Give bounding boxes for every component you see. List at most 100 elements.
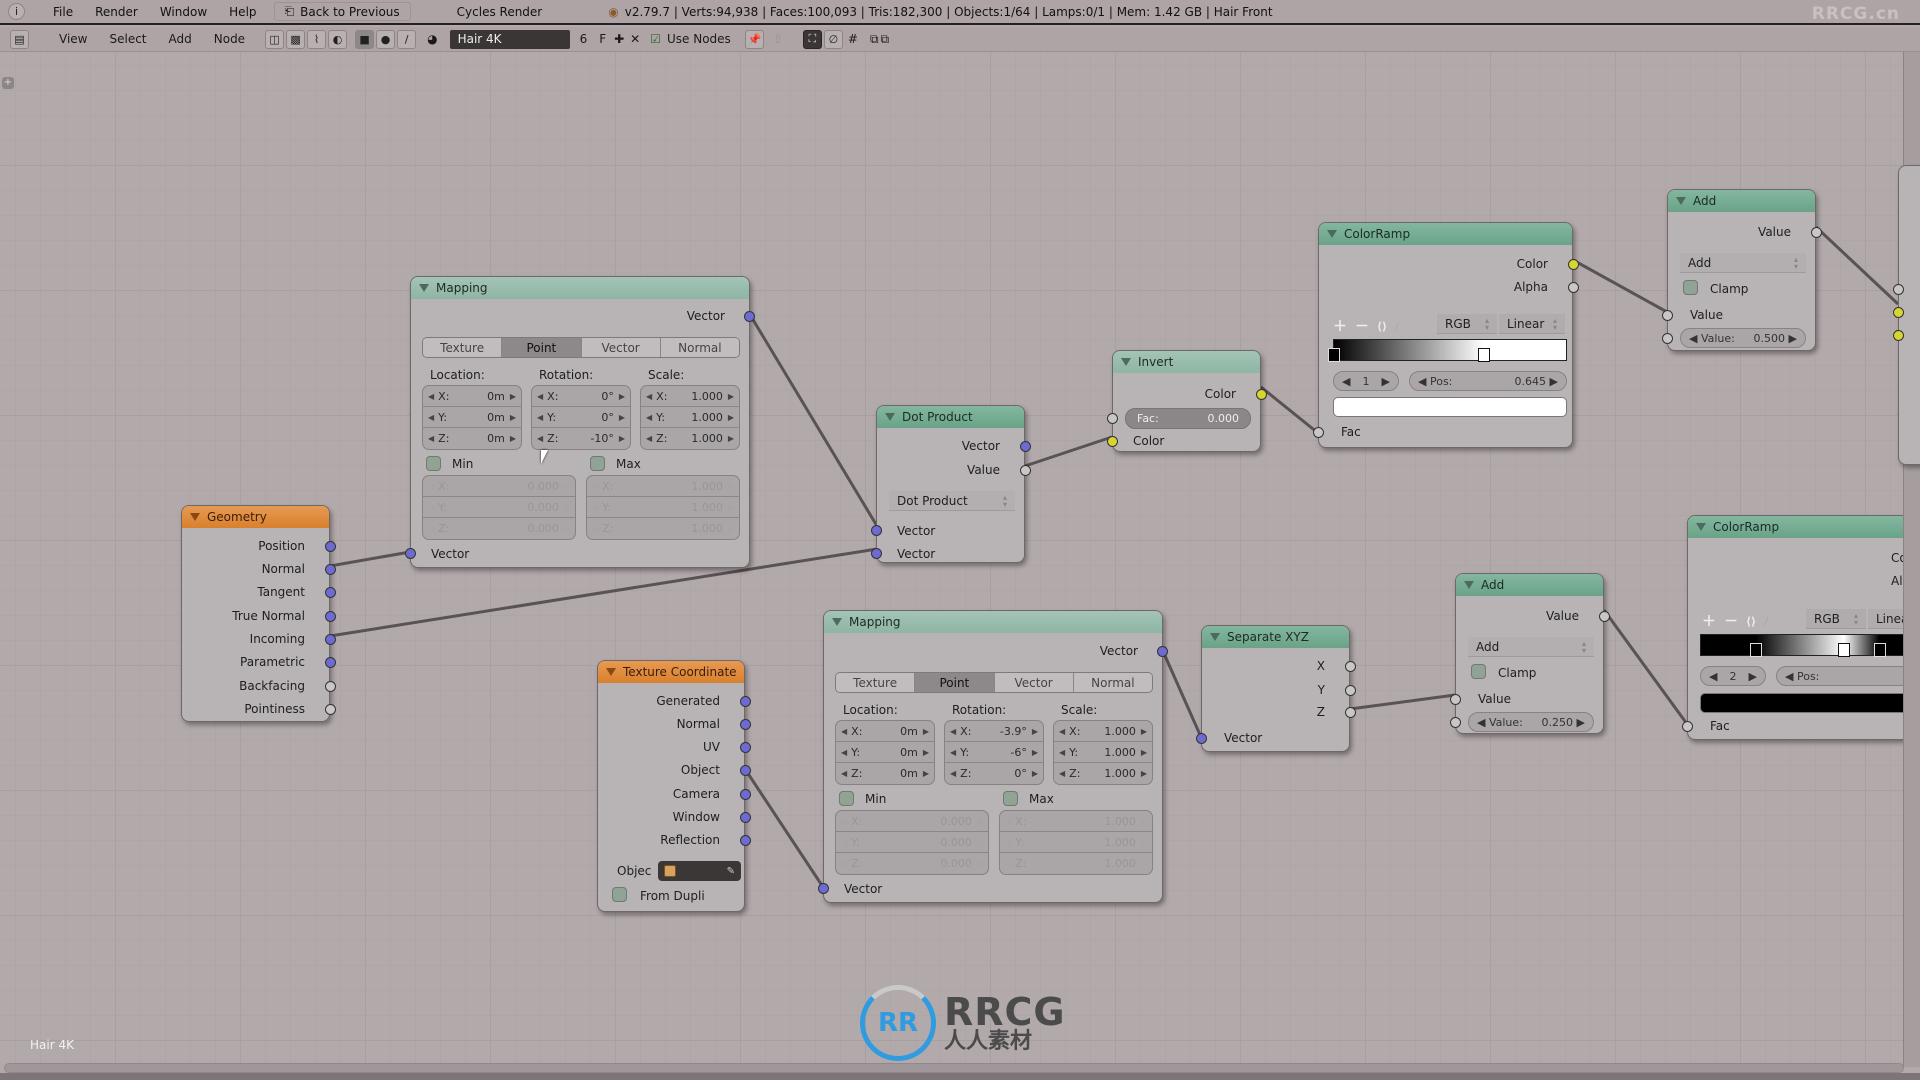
socket-value-in-1[interactable]: [1662, 310, 1673, 321]
socket-fac-in[interactable]: [1313, 427, 1324, 438]
clamp-checkbox[interactable]: [1683, 280, 1698, 295]
object-shader-icon[interactable]: ■: [355, 29, 375, 49]
min-checkbox[interactable]: [839, 791, 854, 806]
snap-toggle-icon[interactable]: ∅: [823, 29, 843, 49]
active-stop-index-field[interactable]: ◀ 1 ▶: [1333, 371, 1399, 391]
node-header[interactable]: Add: [1668, 190, 1815, 212]
socket-vector-out[interactable]: [744, 311, 755, 322]
collapse-icon[interactable]: [1210, 633, 1220, 641]
socket-color-out[interactable]: [1568, 259, 1579, 270]
socket-position[interactable]: [325, 541, 336, 552]
material-name-field[interactable]: Hair 4K: [449, 29, 570, 49]
tab-vector[interactable]: Vector: [581, 338, 661, 357]
collapse-icon[interactable]: [1121, 358, 1131, 366]
eyedropper-icon[interactable]: /: [1395, 320, 1399, 333]
geometry-node[interactable]: Geometry Position Normal Tangent True No…: [181, 505, 336, 722]
max-z-field[interactable]: ◀ Z: 1.000 ▶: [587, 518, 739, 539]
socket-color-in[interactable]: [1107, 436, 1118, 447]
rotation-z-field[interactable]: ◀ Z: -10° ▶: [532, 428, 630, 449]
location-y-field[interactable]: ◀ Y: 0m ▶: [423, 407, 521, 428]
value-field[interactable]: ◀ Value: 0.500 ▶: [1680, 328, 1806, 348]
active-stop-index-field[interactable]: ◀ 2 ▶: [1700, 666, 1766, 686]
interpolation-select[interactable]: Linea: [1868, 609, 1903, 629]
mapping-node-1[interactable]: Mapping Vector Texture Point Vector Norm…: [405, 276, 755, 568]
add-stop-icon[interactable]: ＋: [1702, 611, 1716, 631]
socket-fac-in[interactable]: [1682, 721, 1693, 732]
linestyle-shader-icon[interactable]: /: [397, 29, 417, 49]
socket-vector-in[interactable]: [405, 548, 416, 559]
location-y-field[interactable]: ◀ Y: 0m ▶: [836, 742, 934, 763]
collapse-icon[interactable]: [190, 513, 200, 521]
tab-normal[interactable]: Normal: [1073, 673, 1152, 692]
remove-stop-icon[interactable]: －: [1355, 316, 1369, 336]
tab-point[interactable]: Point: [915, 673, 995, 692]
max-checkbox[interactable]: [590, 456, 605, 471]
socket-tangent[interactable]: [325, 587, 336, 598]
socket-z-out[interactable]: [1345, 707, 1356, 718]
toolshelf-toggle-icon[interactable]: +: [2, 77, 14, 89]
socket-value-out[interactable]: [1599, 611, 1610, 622]
socket-reflection[interactable]: [740, 835, 751, 846]
socket-vector-out[interactable]: [1157, 646, 1168, 657]
color-mode-select[interactable]: RGB ▴ ▾: [1806, 609, 1866, 629]
min-y-field[interactable]: ◀ Y: 0.000 ▶: [836, 832, 988, 853]
socket-value-out[interactable]: [1811, 227, 1822, 238]
node-header[interactable]: ColorRamp: [1688, 516, 1903, 538]
socket-value-in-1[interactable]: [1450, 694, 1461, 705]
socket-pointiness[interactable]: [325, 704, 336, 715]
socket-y-out[interactable]: [1345, 685, 1356, 696]
socket-value-in-2[interactable]: [1662, 333, 1673, 344]
increment-icon[interactable]: ▶: [1749, 670, 1757, 683]
from-dupli-checkbox[interactable]: [612, 887, 627, 902]
parent-tree-icon[interactable]: ⇧: [773, 32, 783, 46]
colorramp-node-2[interactable]: ColorRamp Co Alp ＋ － ⟨⟩ / RGB ▴▾ Linea ◀ 2…: [1682, 515, 1903, 740]
min-z-field[interactable]: ◀ Z: 0.000 ▶: [423, 518, 575, 539]
collapse-icon[interactable]: [1327, 230, 1337, 238]
colorramp-node-1[interactable]: ColorRamp Color Alpha ＋ － ⟨⟩ / RGB ▴ ▾ Lin…: [1313, 222, 1579, 448]
socket-offscreen-2[interactable]: [1893, 307, 1904, 318]
location-z-field[interactable]: ◀ Z: 0m ▶: [423, 428, 521, 449]
tab-texture[interactable]: Texture: [836, 673, 916, 692]
material-browse-icon[interactable]: ◕: [427, 32, 437, 46]
new-material-icon[interactable]: ✚: [614, 32, 624, 46]
socket-camera[interactable]: [740, 789, 751, 800]
collapse-icon[interactable]: [1696, 523, 1706, 531]
interpolation-select[interactable]: Linear ▴ ▾: [1499, 314, 1565, 334]
socket-vector-in[interactable]: [1196, 733, 1207, 744]
socket-vector-in-2[interactable]: [871, 548, 882, 559]
socket-uv[interactable]: [740, 742, 751, 753]
rotation-x-field[interactable]: ◀ X: -3.9° ▶: [945, 721, 1043, 742]
compositing-nodes-icon[interactable]: ⌇: [307, 29, 327, 49]
math-add-node-1[interactable]: Add Value Add ▴ ▾ Clamp Value ◀ Value: 0.50…: [1662, 189, 1822, 351]
socket-incoming[interactable]: [325, 634, 336, 645]
max-z-field[interactable]: ◀ Z: 1.000 ▶: [1000, 853, 1152, 874]
menu-node[interactable]: Node: [203, 32, 256, 46]
eyedropper-icon[interactable]: /: [1764, 615, 1768, 628]
tab-texture[interactable]: Texture: [423, 338, 503, 357]
collapse-icon[interactable]: [885, 413, 895, 421]
rotation-x-field[interactable]: ◀ X: 0° ▶: [532, 386, 630, 407]
socket-offscreen-3[interactable]: [1893, 330, 1904, 341]
max-checkbox[interactable]: [1003, 791, 1018, 806]
location-x-field[interactable]: ◀ X: 0m ▶: [836, 721, 934, 742]
operation-select[interactable]: Add ▴ ▾: [1680, 253, 1806, 273]
socket-generated[interactable]: [740, 696, 751, 707]
info-editor-icon[interactable]: i: [8, 3, 25, 20]
add-stop-icon[interactable]: ＋: [1333, 316, 1347, 336]
socket-parametric[interactable]: [325, 657, 336, 668]
use-nodes-checkbox[interactable]: ☑: [650, 32, 661, 46]
back-to-previous-button[interactable]: ⎗ Back to Previous: [273, 2, 411, 21]
scale-z-field[interactable]: ◀ Z: 1.000 ▶: [641, 428, 739, 449]
socket-fac-in[interactable]: [1107, 413, 1118, 424]
menu-select[interactable]: Select: [98, 32, 157, 46]
color-stop-marker[interactable]: [1328, 348, 1340, 362]
min-y-field[interactable]: ◀ Y: 0.000 ▶: [423, 497, 575, 518]
fac-slider[interactable]: Fac: 0.000: [1125, 408, 1251, 429]
remove-stop-icon[interactable]: －: [1724, 611, 1738, 631]
max-x-field[interactable]: ◀ X: 1.000 ▶: [1000, 811, 1152, 832]
socket-object[interactable]: [740, 765, 751, 776]
stop-color-swatch[interactable]: [1333, 397, 1567, 417]
menu-help[interactable]: Help: [218, 5, 267, 19]
value-field[interactable]: ◀ Value: 0.250 ▶: [1468, 712, 1594, 732]
min-checkbox[interactable]: [426, 456, 441, 471]
